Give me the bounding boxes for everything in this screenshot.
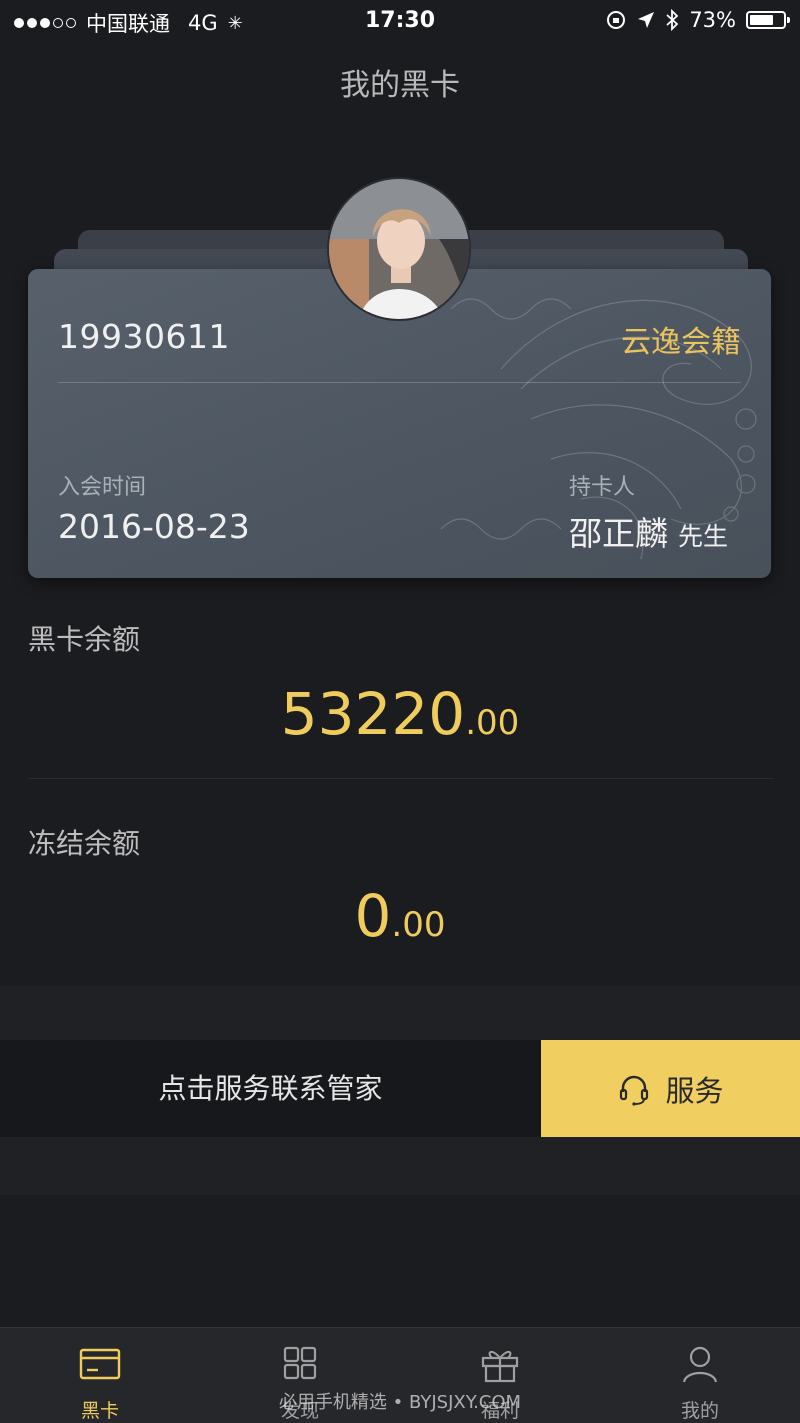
frozen-balance-amount: 0.00 [0, 882, 800, 950]
service-button[interactable]: 服务 [541, 1040, 800, 1137]
card-divider [58, 382, 741, 383]
cardholder-title: 先生 [678, 522, 729, 551]
bluetooth-icon [666, 9, 679, 31]
location-arrow-icon [638, 12, 655, 28]
card-balance-decimal: .00 [465, 703, 520, 743]
card-number: 19930611 [58, 317, 230, 356]
card-balance-amount: 53220.00 [0, 680, 800, 748]
card-balance-integer: 53220 [280, 680, 466, 748]
status-bar: 中国联通 4G ✳ 17:30 73% [0, 0, 800, 40]
cardholder-name: 邵正麟 [569, 514, 668, 553]
gift-icon [481, 1351, 519, 1383]
contact-butler-prompt[interactable]: 点击服务联系管家 [0, 1040, 541, 1137]
headset-icon [620, 1075, 649, 1106]
frozen-balance-decimal: .00 [391, 905, 446, 945]
frozen-balance-integer: 0 [354, 882, 392, 950]
status-right: 73% [605, 8, 790, 32]
grid-icon [283, 1346, 317, 1380]
cardholder-label: 持卡人 [569, 475, 636, 500]
person-icon [682, 1346, 718, 1383]
section-spacer-bottom [0, 1137, 800, 1195]
watermark: 必用手机精选 • BYJSJXY.COM [278, 1392, 522, 1413]
rotation-lock-icon [607, 11, 626, 29]
card-icon [79, 1348, 121, 1380]
join-date-label: 入会时间 [58, 475, 147, 500]
join-date-value: 2016-08-23 [58, 507, 250, 546]
card-balance-label: 黑卡余额 [28, 623, 141, 656]
page-title: 我的黑卡 [340, 68, 460, 103]
cardholder: 邵正麟 先生 [569, 507, 728, 555]
battery-icon [746, 11, 790, 29]
service-button-label: 服务 [665, 1073, 724, 1108]
frozen-balance-label: 冻结余额 [28, 827, 141, 860]
section-spacer [0, 986, 800, 1040]
battery-percent: 73% [689, 8, 736, 32]
membership-tier: 云逸会籍 [621, 325, 741, 360]
avatar[interactable] [327, 177, 471, 321]
avatar-photo [329, 179, 469, 319]
balance-divider [28, 778, 774, 779]
